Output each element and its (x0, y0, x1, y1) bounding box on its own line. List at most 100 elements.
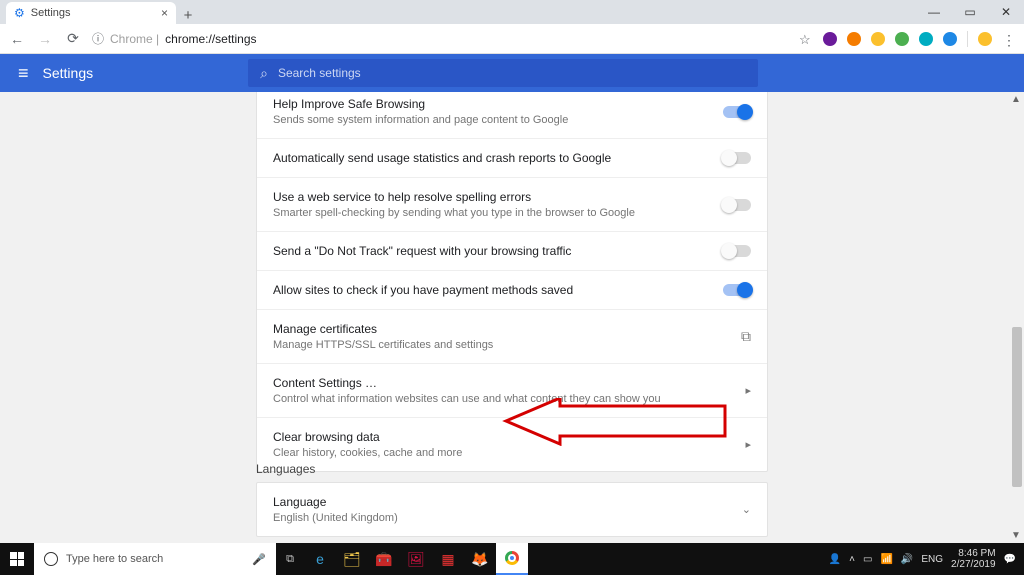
tray-clock[interactable]: 8:46 PM 2/27/2019 (951, 548, 996, 570)
gear-icon: ⚙ (14, 6, 25, 20)
tray-notifications-icon[interactable]: 💬 (1004, 554, 1016, 565)
tray-language[interactable]: ENG (921, 554, 943, 565)
row-title: Clear browsing data (273, 430, 745, 444)
toolbar-separator (967, 31, 968, 47)
chevron-right-icon: ▸ (745, 438, 751, 451)
row-sub: Manage HTTPS/SSL certificates and settin… (273, 339, 741, 351)
back-button[interactable]: ← (8, 31, 26, 47)
extension-icon-1[interactable] (823, 32, 837, 46)
taskbar-search-placeholder: Type here to search (66, 553, 163, 565)
row-sub: Smarter spell-checking by sending what y… (273, 207, 723, 219)
row-sub: Control what information websites can us… (273, 393, 745, 405)
taskbar-explorer-icon[interactable]: 🗂 (336, 543, 368, 575)
toolbar-icons: ☆ ⋮ (799, 31, 1016, 47)
taskbar-search[interactable]: Type here to search 🎤 (34, 543, 276, 575)
system-tray: 👤 ˄ ▭ 📶 🔊 ENG 8:46 PM 2/27/2019 💬 (821, 548, 1024, 570)
browser-menu-icon[interactable]: ⋮ (1002, 32, 1016, 46)
new-tab-button[interactable]: + (176, 7, 200, 24)
settings-row-4[interactable]: Allow sites to check if you have payment… (257, 270, 767, 309)
taskbar-edge-icon[interactable]: e (304, 543, 336, 575)
search-placeholder: Search settings (278, 66, 361, 80)
row-title: Allow sites to check if you have payment… (273, 283, 723, 297)
row-title: Send a "Do Not Track" request with your … (273, 244, 723, 258)
row-title: Content Settings … (273, 376, 745, 390)
settings-row-0[interactable]: Help Improve Safe Browsing Sends some sys… (257, 92, 767, 138)
omnibox[interactable]: ⓘ Chrome | chrome://settings (92, 30, 789, 47)
row-title: Use a web service to help resolve spelli… (273, 190, 723, 204)
taskbar-firefox-icon[interactable]: 🦊 (464, 543, 496, 575)
menu-icon[interactable]: ≡ (18, 63, 29, 84)
settings-row-2[interactable]: Use a web service to help resolve spelli… (257, 177, 767, 231)
taskbar-app-icon-1[interactable]: 🧰 (368, 543, 400, 575)
minimize-button[interactable]: — (916, 0, 952, 24)
address-bar: ← → ⟳ ⓘ Chrome | chrome://settings ☆ ⋮ (0, 24, 1024, 54)
scroll-down-icon[interactable]: ▼ (1010, 530, 1022, 541)
window-controls: — ▭ ✕ (916, 0, 1024, 24)
scrollbar[interactable]: ▲ ▼ (1010, 92, 1024, 543)
browser-tab-settings[interactable]: ⚙ Settings × (6, 2, 176, 24)
start-button[interactable] (0, 543, 34, 575)
language-row-title: Language (273, 495, 742, 509)
search-icon: ⌕ (260, 65, 268, 82)
settings-header: ≡ Settings ⌕ Search settings (0, 54, 1024, 92)
row-title: Automatically send usage statistics and … (273, 151, 723, 165)
close-window-button[interactable]: ✕ (988, 0, 1024, 24)
settings-row-1[interactable]: Automatically send usage statistics and … (257, 138, 767, 177)
tray-battery-icon[interactable]: ▭ (863, 554, 872, 565)
row-sub: Sends some system information and page c… (273, 114, 723, 126)
settings-row-5[interactable]: Manage certificates Manage HTTPS/SSL cert… (257, 309, 767, 363)
toggle-switch[interactable] (723, 245, 751, 257)
mic-icon[interactable]: 🎤 (252, 553, 266, 566)
taskbar: Type here to search 🎤 ⧉ e 🗂 🧰 🖼 ▦ 🦊 👤 ˄ … (0, 543, 1024, 575)
reload-button[interactable]: ⟳ (64, 30, 82, 47)
languages-section-label: Languages (256, 462, 315, 476)
privacy-card: Help Improve Safe Browsing Sends some sys… (256, 92, 768, 472)
task-view-icon[interactable]: ⧉ (276, 553, 304, 566)
bookmark-star-icon[interactable]: ☆ (799, 32, 813, 46)
forward-button[interactable]: → (36, 31, 54, 47)
taskbar-apps: e 🗂 🧰 🖼 ▦ 🦊 (304, 543, 528, 575)
tray-people-icon[interactable]: 👤 (829, 554, 841, 565)
maximize-button[interactable]: ▭ (952, 0, 988, 24)
toggle-switch[interactable] (723, 106, 751, 118)
extension-icon-4[interactable] (895, 32, 909, 46)
browser-tabstrip: ⚙ Settings × + — ▭ ✕ (0, 0, 1024, 24)
settings-content: Help Improve Safe Browsing Sends some sys… (0, 92, 1024, 543)
cortana-icon (44, 552, 58, 566)
tray-date: 2/27/2019 (951, 559, 996, 570)
extension-icon-7[interactable] (978, 32, 992, 46)
omnibox-url: chrome://settings (165, 32, 256, 46)
extension-icon-6[interactable] (943, 32, 957, 46)
tray-time: 8:46 PM (951, 548, 996, 559)
tray-wifi-icon[interactable]: 📶 (880, 554, 892, 565)
settings-row-3[interactable]: Send a "Do Not Track" request with your … (257, 231, 767, 270)
taskbar-app-icon-2[interactable]: 🖼 (400, 543, 432, 575)
chevron-right-icon: ▸ (745, 384, 751, 397)
settings-search[interactable]: ⌕ Search settings (248, 59, 758, 87)
tray-volume-icon[interactable]: 🔊 (901, 554, 913, 565)
launch-icon: ⧉ (741, 328, 751, 345)
language-row-sub: English (United Kingdom) (273, 512, 742, 524)
taskbar-chrome-icon[interactable] (496, 543, 528, 575)
extension-icon-2[interactable] (847, 32, 861, 46)
tab-title: Settings (31, 7, 71, 19)
toggle-switch[interactable] (723, 152, 751, 164)
settings-row-7[interactable]: Clear browsing data Clear history, cookie… (257, 417, 767, 471)
language-row[interactable]: Language English (United Kingdom) ⌄ (257, 483, 767, 536)
languages-card: Language English (United Kingdom) ⌄ (256, 482, 768, 537)
omnibox-origin: Chrome | (110, 32, 159, 46)
extension-icon-5[interactable] (919, 32, 933, 46)
scroll-up-icon[interactable]: ▲ (1010, 94, 1022, 105)
row-sub: Clear history, cookies, cache and more (273, 447, 745, 459)
extension-icon-3[interactable] (871, 32, 885, 46)
row-title: Manage certificates (273, 322, 741, 336)
chevron-down-icon: ⌄ (742, 503, 751, 516)
toggle-switch[interactable] (723, 199, 751, 211)
tray-chevron-up-icon[interactable]: ˄ (849, 554, 855, 565)
scrollbar-thumb[interactable] (1012, 327, 1022, 487)
toggle-switch[interactable] (723, 284, 751, 296)
tab-close-icon[interactable]: × (161, 6, 168, 20)
row-title: Help Improve Safe Browsing (273, 97, 723, 111)
settings-row-6[interactable]: Content Settings … Control what informati… (257, 363, 767, 417)
taskbar-app-icon-3[interactable]: ▦ (432, 543, 464, 575)
